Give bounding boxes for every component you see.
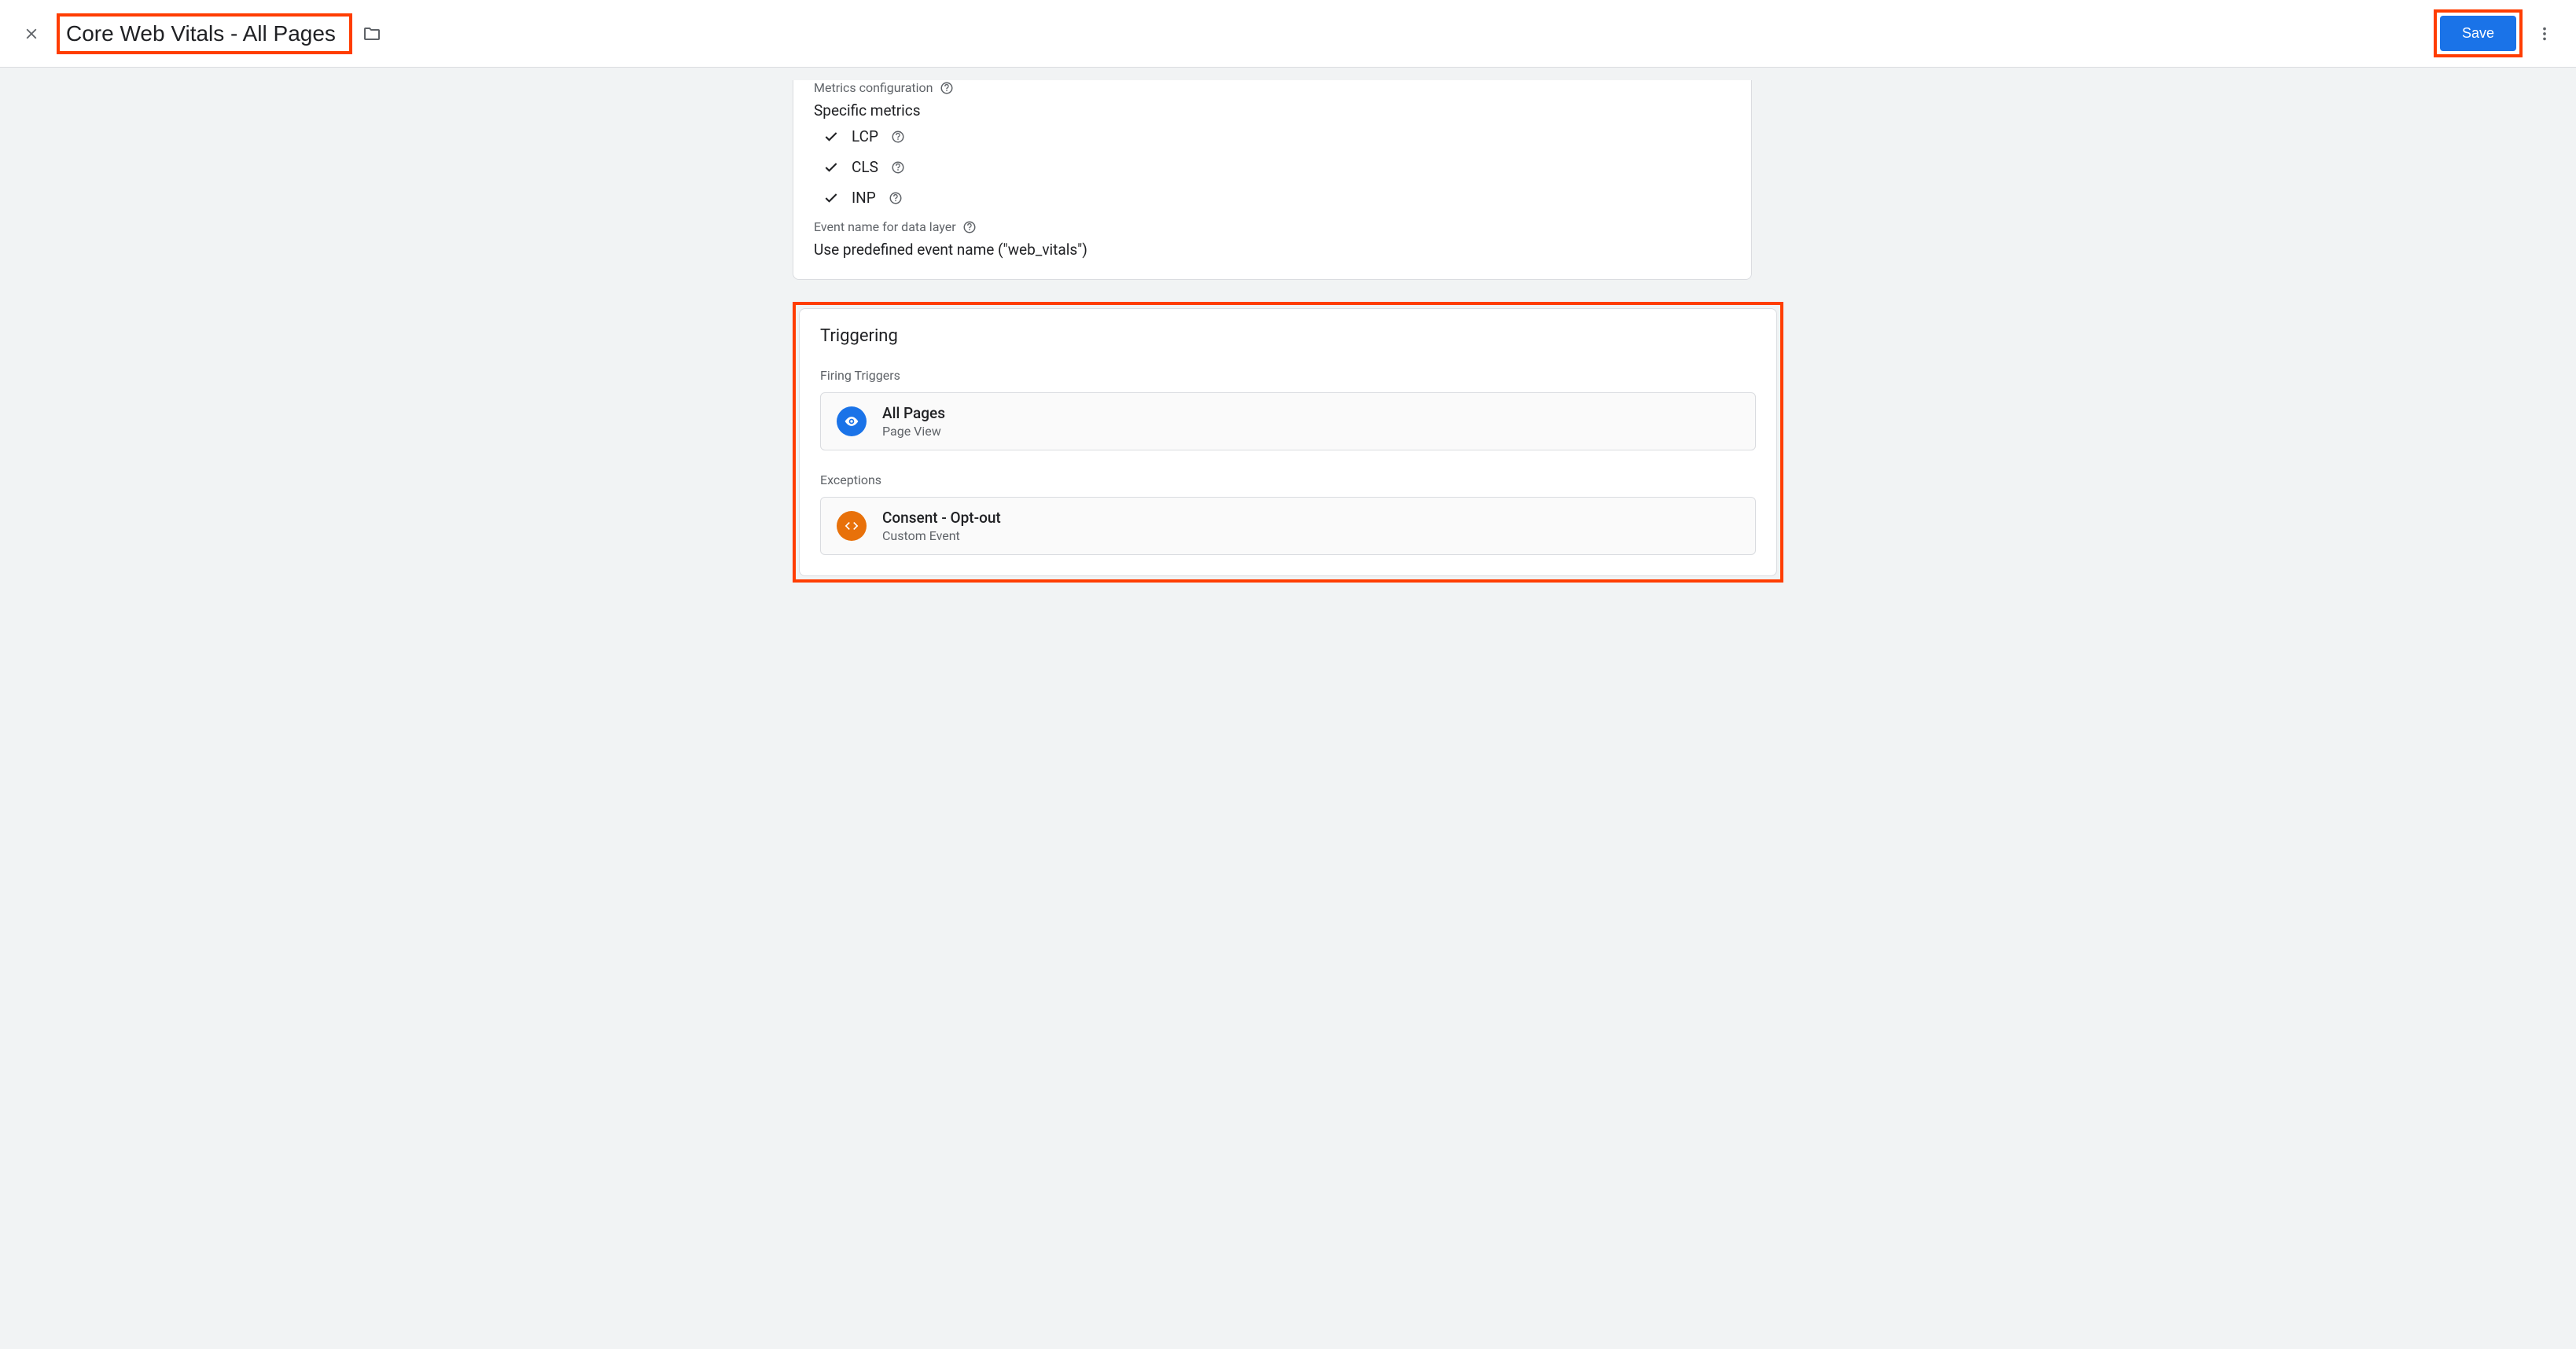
metric-list: LCP CLS INP xyxy=(814,127,1731,207)
metric-row: CLS xyxy=(814,158,1731,176)
custom-event-trigger-icon xyxy=(837,511,867,541)
content: Metrics configuration Specific metrics L… xyxy=(0,68,2576,606)
close-button[interactable] xyxy=(19,21,44,46)
metric-row: INP xyxy=(814,189,1731,207)
metrics-config-value: Specific metrics xyxy=(814,101,1731,119)
metrics-config-label: Metrics configuration xyxy=(814,80,933,95)
check-icon xyxy=(823,190,839,206)
triggering-card: Triggering Firing Triggers All Pages Pag… xyxy=(799,308,1777,576)
header-actions: Save xyxy=(2434,9,2557,57)
exceptions-label: Exceptions xyxy=(820,472,1756,487)
trigger-text: All Pages Page View xyxy=(882,404,945,439)
triggering-highlight: Triggering Firing Triggers All Pages Pag… xyxy=(793,302,1783,583)
tag-configuration-card: Metrics configuration Specific metrics L… xyxy=(793,80,1752,280)
firing-trigger-row[interactable]: All Pages Page View xyxy=(820,392,1756,450)
trigger-text: Consent - Opt-out Custom Event xyxy=(882,509,1001,543)
save-highlight: Save xyxy=(2434,9,2523,57)
firing-triggers-label: Firing Triggers xyxy=(820,368,1756,383)
metrics-help-button[interactable] xyxy=(940,81,954,95)
event-name-label: Event name for data layer xyxy=(814,219,956,234)
trigger-title: All Pages xyxy=(882,404,945,422)
help-icon xyxy=(889,191,903,205)
title-highlight xyxy=(57,13,352,54)
metric-help-button[interactable] xyxy=(889,191,903,205)
pageview-trigger-icon xyxy=(837,406,867,436)
event-name-value: Use predefined event name ("web_vitals") xyxy=(814,241,1731,259)
help-icon xyxy=(940,81,954,95)
title-row xyxy=(57,13,2421,54)
metric-help-button[interactable] xyxy=(891,130,905,144)
tag-name-input[interactable] xyxy=(63,17,346,51)
check-icon xyxy=(823,129,839,145)
code-icon xyxy=(844,518,859,534)
help-icon xyxy=(962,220,977,234)
metric-name: CLS xyxy=(852,158,878,176)
trigger-type: Custom Event xyxy=(882,528,1001,543)
metrics-config-label-row: Metrics configuration xyxy=(814,80,1731,95)
exception-trigger-row[interactable]: Consent - Opt-out Custom Event xyxy=(820,497,1756,555)
more-vert-icon xyxy=(2536,25,2553,42)
metric-row: LCP xyxy=(814,127,1731,145)
trigger-type: Page View xyxy=(882,424,945,439)
metric-name: INP xyxy=(852,189,876,207)
folder-icon xyxy=(362,24,381,43)
event-help-button[interactable] xyxy=(962,220,977,234)
help-icon xyxy=(891,130,905,144)
close-icon xyxy=(23,25,40,42)
eye-icon xyxy=(844,414,859,429)
triggering-title: Triggering xyxy=(820,326,1756,346)
more-menu-button[interactable] xyxy=(2532,21,2557,46)
check-icon xyxy=(823,160,839,175)
folder-button[interactable] xyxy=(362,24,382,44)
metric-help-button[interactable] xyxy=(891,160,905,175)
trigger-title: Consent - Opt-out xyxy=(882,509,1001,527)
help-icon xyxy=(891,160,905,175)
save-button[interactable]: Save xyxy=(2440,16,2516,51)
header: Save xyxy=(0,0,2576,68)
metric-name: LCP xyxy=(852,127,878,145)
event-name-label-row: Event name for data layer xyxy=(814,219,1731,234)
